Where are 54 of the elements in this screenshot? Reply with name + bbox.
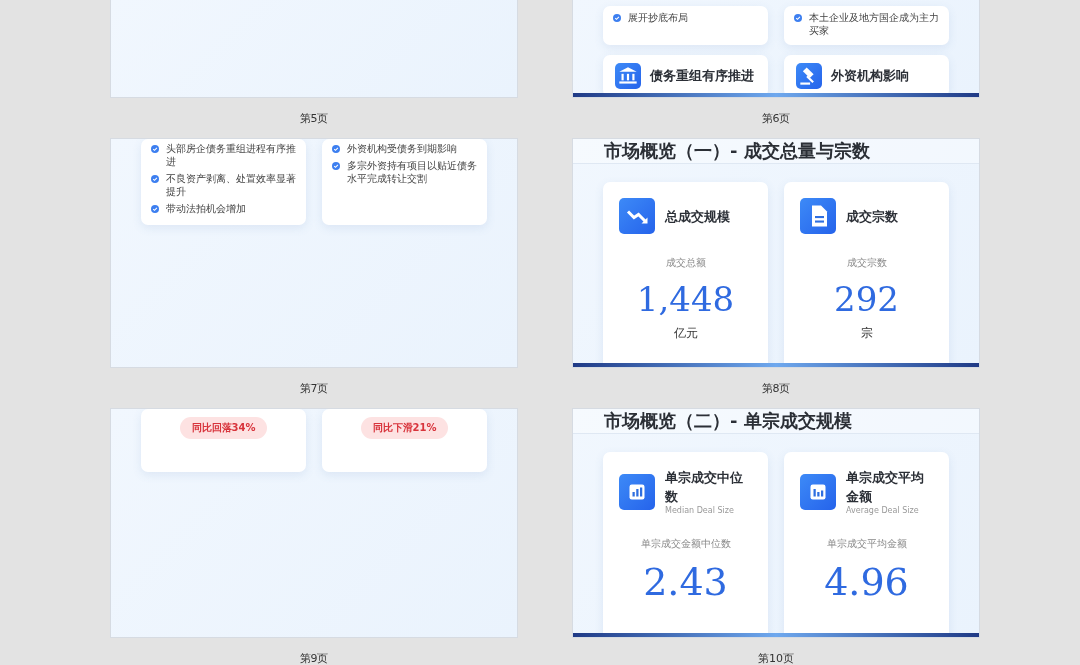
check-icon xyxy=(151,144,159,153)
bullet-text: 带动法拍机会增加 xyxy=(166,202,246,215)
slide-thumbnail[interactable]: 市场概览（一）- 成交总量与宗数 总成交规模 成交总额 1,448 亿元 成交宗数 成交宗数 292 宗 xyxy=(573,139,979,367)
card-title: 债务重组有序推进 xyxy=(650,67,754,85)
slide-thumbnail[interactable]: 展开抄底布局 本土企业及地方国企成为主力买家 债务重组有序推进 外资机构影响 xyxy=(573,0,979,97)
metric-value: 2.43 xyxy=(643,561,728,603)
trend-down-icon xyxy=(619,198,655,234)
card-title: 外资机构影响 xyxy=(831,67,909,85)
page-label: 第6页 xyxy=(761,110,791,126)
card-subtitle: Median Deal Size xyxy=(665,506,735,515)
bank-icon xyxy=(615,63,641,89)
check-icon xyxy=(613,13,621,22)
bullet-text: 多宗外资持有项目以贴近债务水平完成转让交割 xyxy=(347,159,478,185)
metric-caption: 单宗成交金额中位数 xyxy=(640,537,731,551)
card-title: 单宗成交中位数 xyxy=(665,469,744,506)
bullet-text: 本土企业及地方国企成为主力买家 xyxy=(809,11,940,37)
change-badge: 同比下滑21% xyxy=(360,417,449,439)
slide-title: 市场概览（二）- 单宗成交规模 xyxy=(604,409,852,433)
check-icon xyxy=(332,161,340,170)
metric-caption: 成交宗数 xyxy=(846,256,887,270)
slide-thumbnail[interactable]: 市场概览（二）- 单宗成交规模 单宗成交中位数 Median Deal Size 单宗成交金额中位数 2.43 单宗成交平均金额 Average Deal Size 单宗成交平均金额 4.96 xyxy=(573,409,979,637)
bullet-text: 展开抄底布局 xyxy=(628,11,688,24)
page-label: 第5页 xyxy=(299,110,329,126)
check-icon xyxy=(151,204,159,213)
bar-chart-icon xyxy=(619,473,655,510)
check-icon xyxy=(332,144,340,153)
metric-unit: 亿元 xyxy=(673,326,698,341)
change-badge: 同比回落34% xyxy=(179,417,268,439)
metric-value: 292 xyxy=(834,278,899,320)
slide-thumbnail[interactable]: 同比回落34% 同比下滑21% xyxy=(111,409,517,637)
gavel-icon xyxy=(796,63,822,89)
check-icon xyxy=(794,13,802,22)
slide-title: 市场概览（一）- 成交总量与宗数 xyxy=(604,139,870,163)
metric-caption: 成交总额 xyxy=(665,256,706,270)
card-title: 单宗成交平均金额 xyxy=(846,469,925,506)
slide-thumbnail[interactable] xyxy=(111,0,517,97)
page-label: 第9页 xyxy=(299,650,329,665)
metric-unit: 宗 xyxy=(860,326,873,341)
page-label: 第7页 xyxy=(299,380,329,396)
metric-value: 1,448 xyxy=(636,278,735,320)
bullet-text: 不良资产剥离、处置效率显著提升 xyxy=(166,172,297,198)
slide-thumbnail[interactable]: 头部房企债务重组进程有序推进 不良资产剥离、处置效率显著提升 带动法拍机会增加 外资机构受债务到期影响 多宗外资持有项目以贴近债务水平完成转让交割 xyxy=(111,139,517,367)
card-title: 成交宗数 xyxy=(846,207,898,226)
document-icon xyxy=(800,198,836,234)
metric-caption: 单宗成交平均金额 xyxy=(826,537,907,551)
card-title: 总成交规模 xyxy=(665,207,730,226)
check-icon xyxy=(151,174,159,183)
card-subtitle: Average Deal Size xyxy=(846,506,920,515)
metric-value: 4.96 xyxy=(824,561,909,603)
bullet-text: 外资机构受债务到期影响 xyxy=(347,142,457,155)
bar-chart-icon xyxy=(800,473,836,510)
page-label: 第8页 xyxy=(761,380,791,396)
bullet-text: 头部房企债务重组进程有序推进 xyxy=(166,142,297,168)
page-label: 第10页 xyxy=(758,650,794,665)
